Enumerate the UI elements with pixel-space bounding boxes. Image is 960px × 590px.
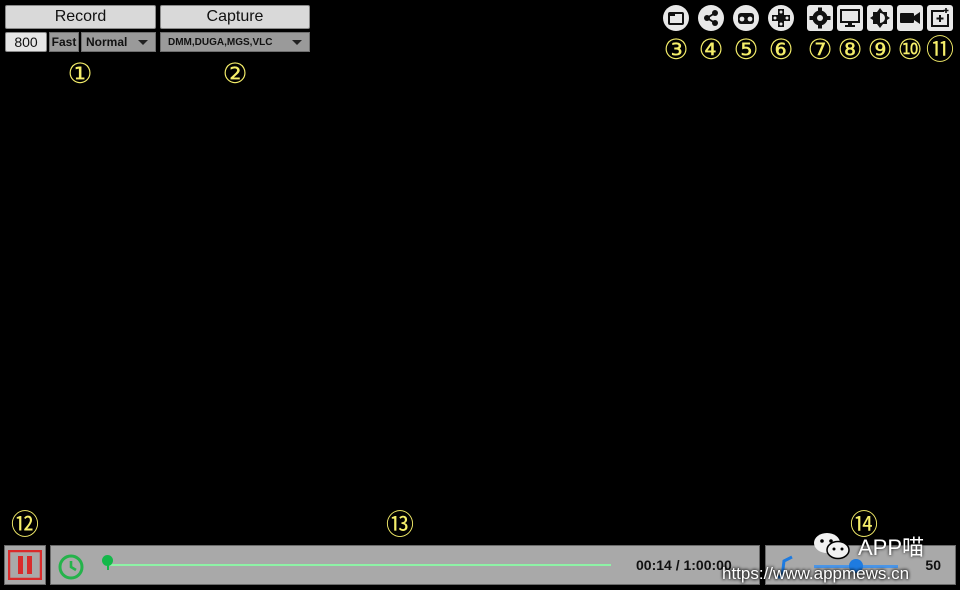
- callout-7: ⑦: [807, 33, 833, 66]
- fast-button[interactable]: Fast: [49, 32, 79, 52]
- bitrate-input[interactable]: 800: [5, 32, 47, 52]
- callout-10: ⑩: [897, 33, 923, 66]
- record-button[interactable]: Record: [5, 5, 156, 29]
- volume-value: 50: [925, 557, 941, 573]
- watermark-title-text: APP喵: [858, 535, 925, 560]
- pause-button[interactable]: [4, 545, 46, 585]
- callout-13: ⑬: [385, 508, 414, 541]
- chevron-down-icon: [292, 40, 302, 45]
- callout-9: ⑨: [867, 33, 893, 66]
- folder-icon[interactable]: [662, 4, 690, 32]
- progress-tick: [107, 562, 109, 570]
- chevron-down-icon: [138, 40, 148, 45]
- callout-8: ⑧: [837, 33, 863, 66]
- monitor-icon[interactable]: [836, 4, 864, 32]
- callout-5: ⑤: [733, 33, 759, 66]
- add-screen-icon[interactable]: [926, 4, 954, 32]
- pause-icon: [8, 550, 42, 580]
- source-select[interactable]: DMM,DUGA,MGS,VLC: [160, 32, 310, 52]
- callout-4: ④: [698, 33, 724, 66]
- callout-3: ③: [663, 33, 689, 66]
- callout-12: ⑫: [10, 508, 39, 541]
- callout-1: ①: [67, 57, 93, 90]
- source-select-value: DMM,DUGA,MGS,VLC: [168, 36, 273, 48]
- speed-select-value: Normal: [86, 35, 128, 49]
- watermark-url: https://www.appmews.cn: [722, 564, 910, 583]
- clock-icon[interactable]: [57, 553, 85, 581]
- video-camera-icon[interactable]: [896, 4, 924, 32]
- share-icon[interactable]: [697, 4, 725, 32]
- progress-track[interactable]: [102, 555, 611, 570]
- wechat-icon: [814, 533, 850, 560]
- brightness-icon[interactable]: [866, 4, 894, 32]
- time-display: 00:14 / 1:00:00: [636, 557, 732, 573]
- vr-headset-icon[interactable]: [732, 4, 760, 32]
- capture-button[interactable]: Capture: [160, 5, 310, 29]
- gamepad-icon[interactable]: [767, 4, 795, 32]
- watermark-title: APP喵: [812, 530, 924, 562]
- callout-11: ⑪: [925, 33, 954, 66]
- settings-icon[interactable]: [806, 4, 834, 32]
- callout-2: ②: [222, 57, 248, 90]
- callout-6: ⑥: [768, 33, 794, 66]
- speed-select[interactable]: Normal: [81, 32, 156, 52]
- playback-bar: 00:14 / 1:00:00: [50, 545, 760, 585]
